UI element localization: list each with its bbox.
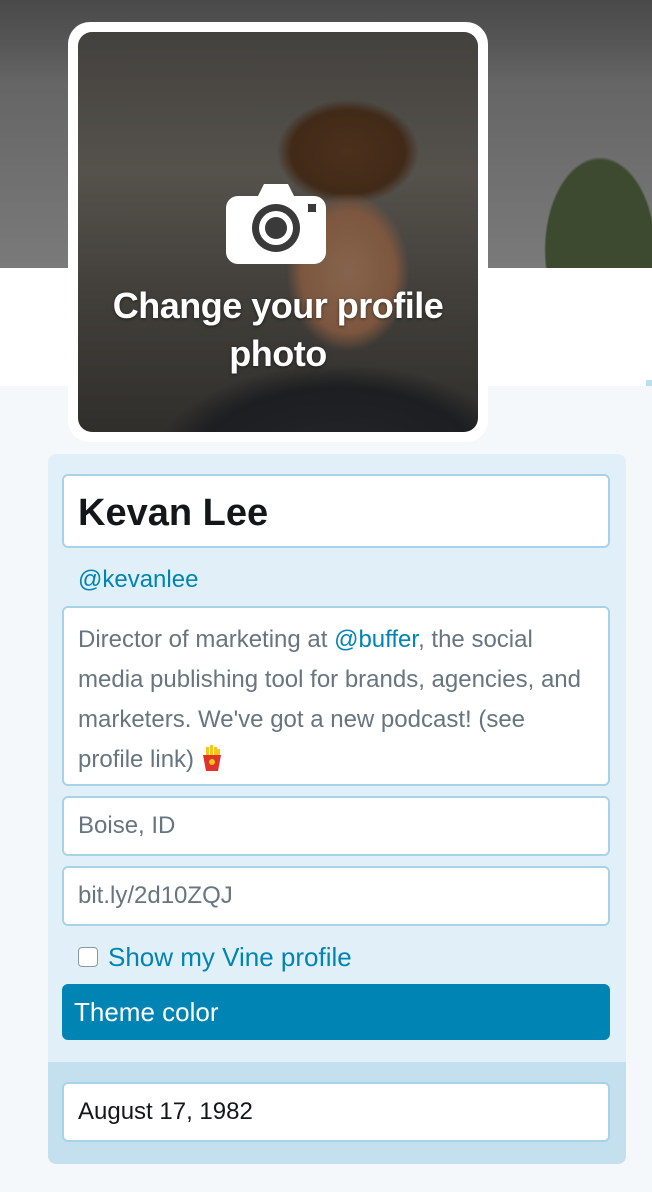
profile-edit-form: Kevan Lee @kevanlee Director of marketin… xyxy=(48,454,626,1164)
bio-field[interactable]: Director of marketing at @buffer, the so… xyxy=(62,606,610,786)
location-field[interactable]: Boise, ID xyxy=(62,796,610,856)
birthday-field[interactable]: August 17, 1982 xyxy=(62,1082,610,1142)
bio-mention-link[interactable]: @buffer xyxy=(334,626,418,653)
theme-color-button[interactable]: Theme color xyxy=(62,984,610,1040)
change-photo-label: Change your profile photo xyxy=(112,285,444,374)
website-field[interactable]: bit.ly/2d10ZQJ xyxy=(62,866,610,926)
show-vine-row[interactable]: Show my Vine profile xyxy=(78,940,352,974)
show-vine-label[interactable]: Show my Vine profile xyxy=(108,942,352,973)
edge-marker xyxy=(646,380,652,386)
name-field[interactable]: Kevan Lee xyxy=(62,474,610,548)
handle-text: @kevanlee xyxy=(78,566,199,593)
camera-icon xyxy=(226,184,326,264)
show-vine-checkbox[interactable] xyxy=(78,947,98,967)
bio-text-start: Director of marketing at xyxy=(78,626,335,653)
change-profile-photo-button[interactable]: Change your profile photo xyxy=(78,32,478,432)
french-fries-icon xyxy=(202,745,221,771)
